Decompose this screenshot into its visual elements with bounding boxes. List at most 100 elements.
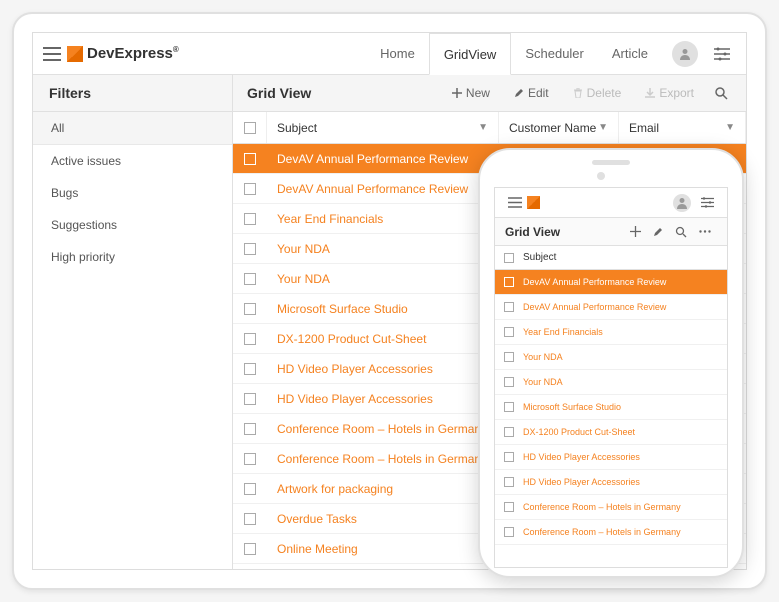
cell-subject: Your NDA: [523, 352, 727, 362]
topbar: DevExpress® HomeGridViewSchedulerArticle: [33, 33, 746, 75]
row-checkbox[interactable]: [233, 483, 267, 495]
row-checkbox[interactable]: [495, 502, 523, 512]
add-icon[interactable]: [624, 226, 647, 237]
filter-item[interactable]: Suggestions: [33, 209, 232, 241]
table-row[interactable]: HD Video Player Accessories: [495, 445, 727, 470]
col-email[interactable]: Email▼: [619, 112, 746, 143]
row-checkbox[interactable]: [233, 453, 267, 465]
select-all-checkbox[interactable]: [495, 253, 523, 263]
cell-subject: Microsoft Surface Studio: [267, 302, 499, 316]
row-checkbox[interactable]: [495, 402, 523, 412]
nav-article[interactable]: Article: [598, 33, 662, 75]
cell-subject: Your NDA: [267, 242, 499, 256]
more-icon[interactable]: [693, 230, 717, 233]
filter-item[interactable]: All: [33, 112, 232, 145]
row-checkbox[interactable]: [495, 452, 523, 462]
cell-subject: Artwork for packaging: [267, 482, 499, 496]
col-subject[interactable]: Subject: [523, 252, 556, 263]
nav-gridview[interactable]: GridView: [429, 33, 512, 75]
row-checkbox[interactable]: [233, 243, 267, 255]
settings-icon[interactable]: [696, 197, 719, 208]
table-row[interactable]: DevAV Annual Performance Review: [495, 270, 727, 295]
row-checkbox[interactable]: [233, 333, 267, 345]
phone-topbar: [495, 188, 727, 218]
row-checkbox[interactable]: [233, 273, 267, 285]
row-checkbox[interactable]: [495, 277, 523, 287]
filter-item[interactable]: Active issues: [33, 145, 232, 177]
page-title: Grid View: [505, 225, 560, 239]
row-checkbox[interactable]: [233, 423, 267, 435]
cell-subject: Conference Room – Hotels in Germany: [523, 502, 727, 512]
phone-grid-header: Subject: [495, 246, 727, 270]
cell-subject: DevAV Annual Performance Review: [523, 277, 727, 287]
row-checkbox[interactable]: [233, 213, 267, 225]
nav-home[interactable]: Home: [366, 33, 429, 75]
table-row[interactable]: HD Video Player Accessories: [495, 470, 727, 495]
filter-item[interactable]: Bugs: [33, 177, 232, 209]
cell-subject: Year End Financials: [267, 212, 499, 226]
cell-subject: DevAV Annual Performance Review: [267, 182, 499, 196]
table-row[interactable]: DevAV Annual Performance Review: [495, 295, 727, 320]
brand-logo: DevExpress®: [67, 45, 179, 62]
cell-subject: DX-1200 Product Cut-Sheet: [267, 332, 499, 346]
col-subject[interactable]: Subject▼: [267, 112, 499, 143]
select-all-checkbox[interactable]: [233, 112, 267, 143]
user-avatar[interactable]: [668, 194, 696, 212]
row-checkbox[interactable]: [495, 352, 523, 362]
row-checkbox[interactable]: [233, 153, 267, 165]
row-checkbox[interactable]: [495, 377, 523, 387]
table-row[interactable]: Microsoft Surface Studio: [495, 395, 727, 420]
row-checkbox[interactable]: [495, 527, 523, 537]
new-button[interactable]: New: [444, 86, 498, 100]
filter-icon[interactable]: ▼: [598, 122, 608, 133]
cell-subject: HD Video Player Accessories: [267, 392, 499, 406]
filter-icon[interactable]: ▼: [725, 122, 735, 133]
table-row[interactable]: DX-1200 Product Cut-Sheet: [495, 420, 727, 445]
top-nav: HomeGridViewSchedulerArticle: [366, 33, 662, 75]
cell-subject: Conference Room – Hotels in Germany: [267, 422, 499, 436]
row-checkbox[interactable]: [233, 513, 267, 525]
settings-icon[interactable]: [708, 47, 736, 61]
row-checkbox[interactable]: [233, 183, 267, 195]
user-avatar[interactable]: [672, 41, 698, 67]
sidebar-title: Filters: [33, 75, 232, 112]
main-header: Grid View New Edit Delete Export: [233, 75, 746, 112]
page-title: Grid View: [247, 85, 311, 101]
filter-icon[interactable]: ▼: [478, 122, 488, 133]
row-checkbox[interactable]: [233, 303, 267, 315]
table-row[interactable]: Conference Room – Hotels in Germany: [495, 520, 727, 545]
table-row[interactable]: Your NDA: [495, 370, 727, 395]
nav-scheduler[interactable]: Scheduler: [511, 33, 598, 75]
hamburger-icon[interactable]: [43, 47, 61, 61]
table-row[interactable]: Year End Financials: [495, 320, 727, 345]
export-button[interactable]: Export: [637, 86, 702, 100]
table-row[interactable]: Your NDA: [495, 345, 727, 370]
row-checkbox[interactable]: [233, 543, 267, 555]
hamburger-icon[interactable]: [503, 197, 527, 208]
delete-button[interactable]: Delete: [565, 86, 630, 100]
cell-subject: Overdue Tasks: [267, 512, 499, 526]
cell-subject: Conference Room – Hotels in Germany: [267, 452, 499, 466]
row-checkbox[interactable]: [495, 477, 523, 487]
phone-speaker: [592, 160, 630, 165]
row-checkbox[interactable]: [495, 327, 523, 337]
search-icon[interactable]: [710, 86, 732, 100]
filter-item[interactable]: High priority: [33, 241, 232, 273]
cell-subject: HD Video Player Accessories: [267, 362, 499, 376]
edit-button[interactable]: Edit: [506, 86, 557, 100]
row-checkbox[interactable]: [495, 302, 523, 312]
cell-subject: Your NDA: [523, 377, 727, 387]
cell-subject: HD Video Player Accessories: [523, 452, 727, 462]
cell-subject: HD Video Player Accessories: [523, 477, 727, 487]
col-customer[interactable]: Customer Name▼: [499, 112, 619, 143]
search-icon[interactable]: [669, 226, 693, 238]
phone-frame: Grid View Subject DevAV Annual Performan…: [478, 148, 744, 578]
row-checkbox[interactable]: [233, 363, 267, 375]
phone-screen: Grid View Subject DevAV Annual Performan…: [494, 187, 728, 568]
row-checkbox[interactable]: [233, 393, 267, 405]
table-row[interactable]: Conference Room – Hotels in Germany: [495, 495, 727, 520]
logo-mark-icon: [527, 196, 540, 209]
edit-icon[interactable]: [647, 227, 669, 237]
row-checkbox[interactable]: [495, 427, 523, 437]
cell-subject: Your NDA: [267, 272, 499, 286]
